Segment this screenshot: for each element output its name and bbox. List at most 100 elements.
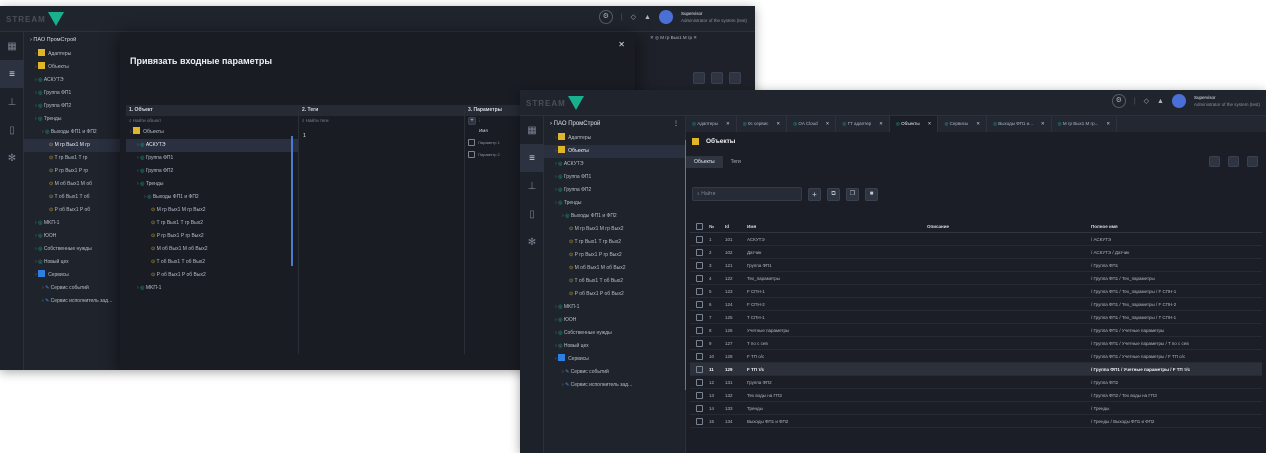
upload-icon[interactable]: [1247, 156, 1258, 167]
close-icon[interactable]: ✕: [976, 121, 980, 126]
tab-item[interactable]: ◎ ГТ адаптер ✕: [836, 116, 890, 132]
tab-item[interactable]: ◎ M гр Вых1 M гр... ✕: [1052, 116, 1118, 132]
modal-close-icon[interactable]: ✕: [618, 40, 625, 49]
kebab-icon[interactable]: ⋮: [673, 116, 679, 132]
bell-icon[interactable]: ▲: [1157, 98, 1164, 105]
tree-item[interactable]: › Объекты: [126, 126, 298, 139]
gear-icon[interactable]: ⚙: [598, 10, 613, 24]
close-icon[interactable]: ✕: [879, 121, 883, 126]
col-full[interactable]: Полное имя: [1067, 224, 1262, 229]
tree-item[interactable]: › ◎ Выходы ФП1 и ФП2: [126, 191, 298, 204]
add-button[interactable]: +: [808, 187, 821, 201]
tree-item[interactable]: › ◎ Группа ФП2: [544, 184, 685, 197]
col-desc[interactable]: Описание: [907, 224, 1067, 229]
menu-icon[interactable]: ≡: [0, 60, 24, 88]
tree-item[interactable]: › ◎ АСКУТЭ: [126, 139, 298, 152]
tree-item[interactable]: › ✎ Сервис событий: [544, 366, 685, 379]
duplicate-button[interactable]: ❐: [846, 187, 859, 201]
tree-item[interactable]: › ◎ Тренды: [544, 197, 685, 210]
tag-row[interactable]: 1: [299, 130, 464, 143]
object-search-input[interactable]: ⌕ Найти объект: [126, 116, 298, 126]
tab-objects[interactable]: Объекты: [686, 156, 723, 168]
row-checkbox[interactable]: [696, 261, 703, 269]
copy-button[interactable]: ⧉: [827, 187, 840, 201]
row-checkbox[interactable]: [696, 352, 703, 360]
tree-item[interactable]: ⊙ P гр Вых1 P гр Вых2: [544, 249, 685, 262]
tree-item[interactable]: ⊙ T гр Вых1 T гр Вых2: [544, 236, 685, 249]
col-id[interactable]: Id: [721, 224, 743, 229]
tab-item[interactable]: ◎ 0с сервис ✕: [737, 116, 788, 132]
table-row[interactable]: 3 121 Группа ФП1 / Группа ФП1: [690, 259, 1262, 272]
table-row[interactable]: 2 102 Датчик / АСКУТЭ / Датчик: [690, 246, 1262, 259]
tags-search-input[interactable]: ⌕ Найти теги: [299, 116, 464, 126]
tab-item[interactable]: ◎ Выходы ФП1 и... ✕: [987, 116, 1052, 132]
upload-icon[interactable]: [729, 72, 741, 84]
row-checkbox[interactable]: [696, 417, 703, 425]
table-row[interactable]: 15 134 Выходы ФП1 и ФП2 / Тренды / Выходы Ф…: [690, 415, 1262, 428]
gear-icon[interactable]: ⚙: [1111, 94, 1126, 108]
row-checkbox[interactable]: [696, 287, 703, 295]
close-icon[interactable]: ✕: [1041, 121, 1045, 126]
tree-item[interactable]: ⊙ T об Вых1 T об Вых2: [544, 275, 685, 288]
row-checkbox[interactable]: [696, 365, 703, 373]
col-name[interactable]: Имя: [743, 224, 907, 229]
tree-item[interactable]: › ◎ Новый цех: [544, 340, 685, 353]
avatar[interactable]: [658, 10, 673, 24]
close-icon[interactable]: ✕: [1106, 121, 1110, 126]
tree-item[interactable]: ⊙ M об Вых1 M об Вых2: [126, 243, 298, 256]
tree-item[interactable]: › ✎ Сервис исполнитель зад...: [544, 379, 685, 392]
sidebar-root[interactable]: › ПАО ПромСтрой ⋮: [544, 116, 685, 132]
tree-item[interactable]: ⊙ P об Вых1 P об Вых2: [544, 288, 685, 301]
table-row[interactable]: 10 128 F ТП о/с / Группа ФП1 / Учетные пара…: [690, 350, 1262, 363]
document-icon[interactable]: ▯: [0, 116, 24, 144]
row-checkbox[interactable]: [696, 326, 703, 334]
tree-item[interactable]: › ◎ MKП-1: [126, 282, 298, 295]
menu-icon[interactable]: ≡: [520, 144, 544, 172]
bell-icon[interactable]: ▲: [644, 14, 651, 21]
tree-item[interactable]: › Адаптеры: [544, 132, 685, 145]
table-row[interactable]: 14 133 Тренды / Тренды: [690, 402, 1262, 415]
row-checkbox[interactable]: [696, 248, 703, 256]
col-num[interactable]: №: [703, 224, 721, 229]
tab-item[interactable]: ◎ Адаптеры ✕: [686, 116, 737, 132]
tree-item[interactable]: › ◎ Группа ФП1: [544, 171, 685, 184]
modal-scrollbar[interactable]: [291, 136, 293, 266]
table-row[interactable]: 4 122 Тех_параметры / Группа ФП1 / Тех_пара…: [690, 272, 1262, 285]
add-param-button[interactable]: +: [468, 117, 476, 125]
row-checkbox[interactable]: [696, 313, 703, 321]
settings-rail-icon[interactable]: ✻: [520, 228, 544, 256]
dashboard-icon[interactable]: ▦: [520, 116, 544, 144]
delete-button[interactable]: ■: [865, 187, 878, 201]
table-row[interactable]: 13 132 Тех воды на ГПЗ / Группа ФП2 / Тех в…: [690, 389, 1262, 402]
tree-item[interactable]: ⊙ M об Вых1 M об Вых2: [544, 262, 685, 275]
tree-item[interactable]: › ◎ ЮОН: [544, 314, 685, 327]
table-row[interactable]: 11 129 F ТП т/с / Группа ФП1 / Учетные пара…: [690, 363, 1262, 376]
tree-item[interactable]: ⊙ P гр Вых1 P гр Вых2: [126, 230, 298, 243]
settings-rail-icon[interactable]: ✻: [0, 144, 24, 172]
table-row[interactable]: 8 126 Учетные параметры / Группа ФП1 / Учет…: [690, 324, 1262, 337]
tree-item[interactable]: › ◎ MKП-1: [544, 301, 685, 314]
close-icon[interactable]: ✕: [776, 121, 780, 126]
tree-item[interactable]: › Объекты: [544, 145, 685, 158]
download-icon[interactable]: [711, 72, 723, 84]
close-icon[interactable]: ✕: [726, 121, 730, 126]
tree-item[interactable]: › ◎ Собственные нужды: [544, 327, 685, 340]
row-checkbox[interactable]: [696, 274, 703, 282]
table-row[interactable]: 6 124 F СПН-2 / Группа ФП1 / Тех_параметры …: [690, 298, 1262, 311]
tree-item[interactable]: › Сервисы: [544, 353, 685, 366]
tree-item[interactable]: ⊙ T об Вых1 T об Вых2: [126, 256, 298, 269]
tree-item[interactable]: › ◎ АСКУТЭ: [544, 158, 685, 171]
tree-item[interactable]: › ◎ Выходы ФП1 и ФП2: [544, 210, 685, 223]
close-icon[interactable]: ✕: [928, 121, 932, 126]
hierarchy-icon[interactable]: ⊥: [0, 88, 24, 116]
row-checkbox[interactable]: [696, 300, 703, 308]
param-checkbox[interactable]: [468, 150, 475, 158]
tab-item[interactable]: ◎ Объекты ✕: [889, 116, 939, 132]
search-input[interactable]: ⌕ Найти: [692, 187, 802, 201]
tree-item[interactable]: ⊙ M гр Вых1 M гр Вых2: [544, 223, 685, 236]
table-row[interactable]: 7 125 T СПН-1 / Группа ФП1 / Тех_параметры …: [690, 311, 1262, 324]
row-checkbox[interactable]: [696, 235, 703, 243]
table-row[interactable]: 1 101 АСКУТЭ / АСКУТЭ: [690, 233, 1262, 246]
tree-item[interactable]: ⊙ P об Вых1 P об Вых2: [126, 269, 298, 282]
row-checkbox[interactable]: [696, 378, 703, 386]
